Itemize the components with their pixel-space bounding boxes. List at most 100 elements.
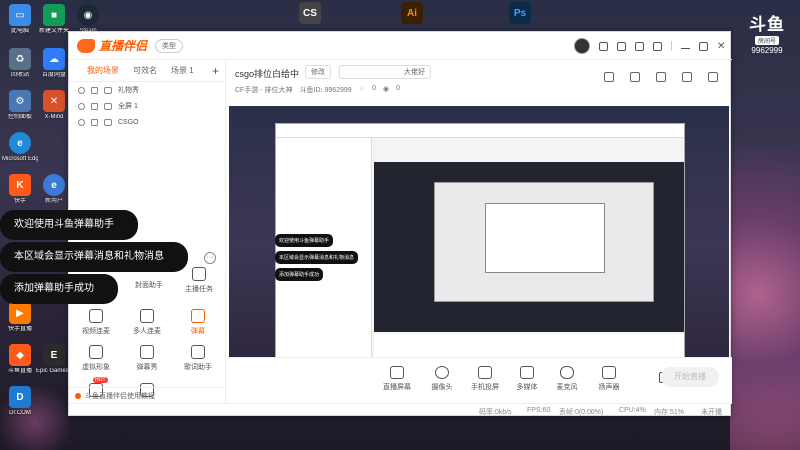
eye-icon[interactable] bbox=[78, 102, 85, 110]
desktop-icon[interactable]: ⚙ 控制面板 bbox=[2, 90, 38, 121]
add-scene-button[interactable]: + bbox=[212, 64, 219, 78]
title-bar: 直播伴侣 类型 ✕ bbox=[69, 32, 732, 60]
desktop-icon[interactable]: ■ 新建文件夹 bbox=[36, 4, 72, 35]
tab-effects[interactable]: 可效名 bbox=[133, 65, 157, 76]
control-label: 麦克风 bbox=[556, 384, 578, 391]
eye-icon[interactable] bbox=[78, 86, 85, 94]
control-label: 手机投屏 bbox=[471, 384, 499, 391]
live-state: 未开播 bbox=[701, 409, 722, 416]
divider bbox=[671, 41, 672, 51]
source-item[interactable]: CSGO bbox=[69, 114, 225, 130]
camera-button[interactable]: 摄像头 bbox=[422, 366, 462, 392]
stream-preview[interactable]: 欢迎使用斗鱼弹幕助手 本区域会显示弹幕消息和礼物消息 添加弹幕助手成功 bbox=[229, 106, 729, 383]
desktop-icon[interactable]: K 快手 bbox=[2, 174, 38, 205]
room-meta: CF手游 - 排位大神 斗鱼ID: 9962999 ♢ 0 ◉ 0 bbox=[235, 85, 400, 95]
bitrate-status: 码率:0kb/s bbox=[479, 409, 512, 416]
monitor-icon bbox=[390, 366, 404, 379]
window-controls: ✕ bbox=[574, 38, 726, 54]
edge-icon: e bbox=[43, 174, 65, 196]
avatar-icon bbox=[89, 345, 103, 359]
tool-danmu[interactable]: 弹幕 bbox=[173, 309, 223, 336]
message-icon[interactable] bbox=[599, 41, 608, 51]
success-toast: 添加弹幕助手成功 bbox=[0, 274, 118, 304]
tool-cover-helper[interactable]: 封面助手 bbox=[124, 280, 174, 290]
drop-frame-status: 丢帧:0(0.00%) bbox=[559, 409, 604, 416]
lock-icon[interactable] bbox=[91, 86, 98, 94]
room-notice-field[interactable]: 大佬好 bbox=[339, 65, 431, 79]
minimize-icon[interactable] bbox=[681, 43, 690, 49]
desktop-icon[interactable]: Ai bbox=[394, 2, 430, 26]
cpu-status: CPU:4% bbox=[619, 407, 646, 414]
tool-streamer-task[interactable]: 主播任务 bbox=[174, 267, 224, 294]
tool-video-call[interactable]: 视频连麦 bbox=[71, 309, 121, 336]
gift-icon bbox=[104, 86, 112, 94]
tool-virtual-avatar[interactable]: 虚拟形象 bbox=[71, 345, 121, 372]
close-icon[interactable]: ✕ bbox=[717, 41, 726, 51]
tool-danmu-show[interactable]: 弹幕秀 bbox=[122, 345, 172, 372]
microphone-button[interactable]: 麦克风 bbox=[547, 366, 587, 392]
desktop-icon[interactable]: ▶ 快手直播 bbox=[2, 302, 38, 333]
preview-screen: 欢迎使用斗鱼弹幕助手 本区域会显示弹幕消息和礼物消息 添加弹幕助手成功 bbox=[229, 106, 729, 383]
tutorial-icon bbox=[75, 392, 81, 399]
control-label: 摄像头 bbox=[431, 384, 453, 391]
microphone-icon bbox=[560, 366, 574, 379]
camera-icon bbox=[435, 366, 449, 379]
lock-icon[interactable] bbox=[91, 102, 98, 110]
tool-label: 多人连麦 bbox=[133, 328, 161, 335]
control-label: 直播屏幕 bbox=[383, 384, 411, 391]
settings-icon[interactable] bbox=[653, 41, 662, 51]
tv-icon[interactable] bbox=[682, 72, 692, 82]
start-live-button[interactable]: 开始直播 bbox=[661, 367, 719, 387]
desktop-icon[interactable]: eMicrosoft Edge bbox=[2, 132, 38, 163]
desktop-icon[interactable]: ✕ X-Mind bbox=[36, 90, 72, 121]
desktop-icon[interactable]: CS bbox=[292, 2, 328, 26]
memory-status: 内存:51% bbox=[654, 409, 684, 416]
more-icon[interactable]: ··· bbox=[204, 252, 216, 264]
source-item[interactable]: 礼物秀 bbox=[69, 82, 225, 98]
speaker-button[interactable]: 扬声器 bbox=[589, 366, 629, 392]
desktop-icon[interactable]: D Dr.COM bbox=[2, 386, 38, 417]
desktop-icon[interactable]: ☁ 百度网盘 bbox=[36, 48, 72, 79]
status-bar: 码率:0kb/s FPS:60 丢帧:0(0.00%) CPU:4% 内存:51… bbox=[69, 403, 732, 417]
room-category[interactable]: CF手游 - 排位大神 bbox=[235, 85, 293, 95]
epic-games-icon: E bbox=[43, 344, 65, 366]
avatar[interactable] bbox=[574, 38, 590, 54]
tab-scene-1[interactable]: 场景 1 bbox=[171, 65, 194, 76]
maximize-icon[interactable] bbox=[699, 41, 708, 51]
tool-multi-call[interactable]: 多人连麦 bbox=[122, 309, 172, 336]
douyu-watermark: 斗鱼 房间号 9962999 bbox=[742, 10, 792, 55]
douyu-live-icon: ◆ bbox=[9, 344, 31, 366]
unlock-icon[interactable] bbox=[630, 72, 640, 82]
desktop-icon[interactable]: ▭ 此电脑 bbox=[2, 4, 38, 35]
layout-icon[interactable] bbox=[656, 72, 666, 82]
desktop-icon[interactable]: EEpic Games Launcher bbox=[36, 344, 72, 375]
screen-icon[interactable] bbox=[635, 41, 644, 51]
media-button[interactable]: 多媒体 bbox=[507, 366, 547, 392]
lock-icon[interactable] bbox=[91, 118, 98, 126]
eye-icon[interactable] bbox=[78, 118, 85, 126]
xmind-icon: ✕ bbox=[43, 90, 65, 112]
preview-app-window bbox=[275, 123, 685, 364]
phone-cast-button[interactable]: 手机投屏 bbox=[465, 366, 505, 392]
source-item[interactable]: 全屏 1 bbox=[69, 98, 225, 114]
kuaishou-icon: K bbox=[9, 174, 31, 196]
mail-icon[interactable] bbox=[617, 41, 626, 51]
control-label: 多媒体 bbox=[516, 384, 538, 391]
preview-toast: 欢迎使用斗鱼弹幕助手 bbox=[275, 234, 334, 247]
tutorial-link[interactable]: 斗鱼直播伴侣使用教程 bbox=[69, 387, 226, 403]
edit-title-button[interactable]: 修改 bbox=[305, 65, 331, 79]
desktop-icon[interactable]: e 新用户 bbox=[36, 174, 72, 205]
share-icon[interactable] bbox=[708, 72, 718, 82]
recycle-bin-icon: ♻ bbox=[9, 48, 31, 70]
tool-lyrics[interactable]: 歌词助手 bbox=[173, 345, 223, 372]
room-label: 房间号 bbox=[754, 36, 779, 45]
desktop-icon[interactable]: ♻ 回收站 bbox=[2, 48, 38, 79]
multi-call-icon bbox=[140, 309, 154, 323]
type-tag[interactable]: 类型 bbox=[155, 38, 184, 53]
tab-my-scenes[interactable]: 我的场景 bbox=[87, 65, 119, 76]
screen-capture-button[interactable]: 直播屏幕 bbox=[377, 366, 417, 392]
room-title: csgo排位白给中 bbox=[235, 69, 300, 79]
store-icon[interactable] bbox=[604, 72, 614, 82]
desktop-icon[interactable]: ◆ 斗鱼直播 bbox=[2, 344, 38, 375]
desktop-icon[interactable]: Ps bbox=[502, 2, 538, 26]
